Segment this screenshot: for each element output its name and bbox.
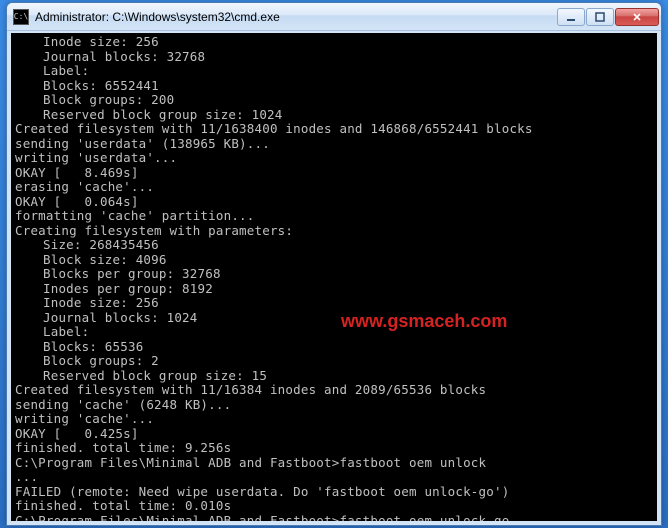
output-line: Inode size: 256 — [15, 296, 653, 311]
output-line: formatting 'cache' partition... — [15, 209, 653, 224]
output-line: OKAY [ 0.064s] — [15, 195, 653, 210]
output-line: Size: 268435456 — [15, 238, 653, 253]
output-line: finished. total time: 0.010s — [15, 499, 653, 514]
output-line: Block size: 4096 — [15, 253, 653, 268]
output-line: writing 'cache'... — [15, 412, 653, 427]
output-line: erasing 'cache'... — [15, 180, 653, 195]
maximize-button[interactable] — [586, 8, 614, 26]
terminal-output: Inode size: 256Journal blocks: 32768Labe… — [11, 33, 657, 521]
output-line: Blocks: 65536 — [15, 340, 653, 355]
output-line: Journal blocks: 1024 — [15, 311, 653, 326]
output-line: Created filesystem with 11/16384 inodes … — [15, 383, 653, 398]
output-line: OKAY [ 8.469s] — [15, 166, 653, 181]
output-line: ... — [15, 470, 653, 485]
output-line: Blocks per group: 32768 — [15, 267, 653, 282]
output-line: Created filesystem with 11/1638400 inode… — [15, 122, 653, 137]
cmd-icon: C:\ — [13, 9, 29, 25]
cmd-window: C:\ Administrator: C:\Windows\system32\c… — [6, 2, 662, 526]
window-controls — [557, 8, 659, 26]
window-title: Administrator: C:\Windows\system32\cmd.e… — [35, 10, 557, 24]
terminal-area[interactable]: Inode size: 256Journal blocks: 32768Labe… — [11, 33, 657, 521]
output-line: Journal blocks: 32768 — [15, 50, 653, 65]
output-line: Blocks: 6552441 — [15, 79, 653, 94]
output-line: writing 'userdata'... — [15, 151, 653, 166]
output-line: Reserved block group size: 15 — [15, 369, 653, 384]
output-line: sending 'cache' (6248 KB)... — [15, 398, 653, 413]
close-button[interactable] — [615, 8, 659, 26]
output-line: Label: — [15, 64, 653, 79]
output-line: FAILED (remote: Need wipe userdata. Do '… — [15, 485, 653, 500]
output-line: Label: — [15, 325, 653, 340]
output-line: Inode size: 256 — [15, 35, 653, 50]
output-line: Inodes per group: 8192 — [15, 282, 653, 297]
prompt-line: C:\Program Files\Minimal ADB and Fastboo… — [15, 456, 653, 471]
output-line: OKAY [ 0.425s] — [15, 427, 653, 442]
prompt-line: C:\Program Files\Minimal ADB and Fastboo… — [15, 514, 653, 522]
output-line: finished. total time: 9.256s — [15, 441, 653, 456]
output-line: Reserved block group size: 1024 — [15, 108, 653, 123]
titlebar[interactable]: C:\ Administrator: C:\Windows\system32\c… — [7, 3, 661, 31]
output-line: Block groups: 2 — [15, 354, 653, 369]
minimize-button[interactable] — [557, 8, 585, 26]
output-line: sending 'userdata' (138965 KB)... — [15, 137, 653, 152]
output-line: Block groups: 200 — [15, 93, 653, 108]
output-line: Creating filesystem with parameters: — [15, 224, 653, 239]
